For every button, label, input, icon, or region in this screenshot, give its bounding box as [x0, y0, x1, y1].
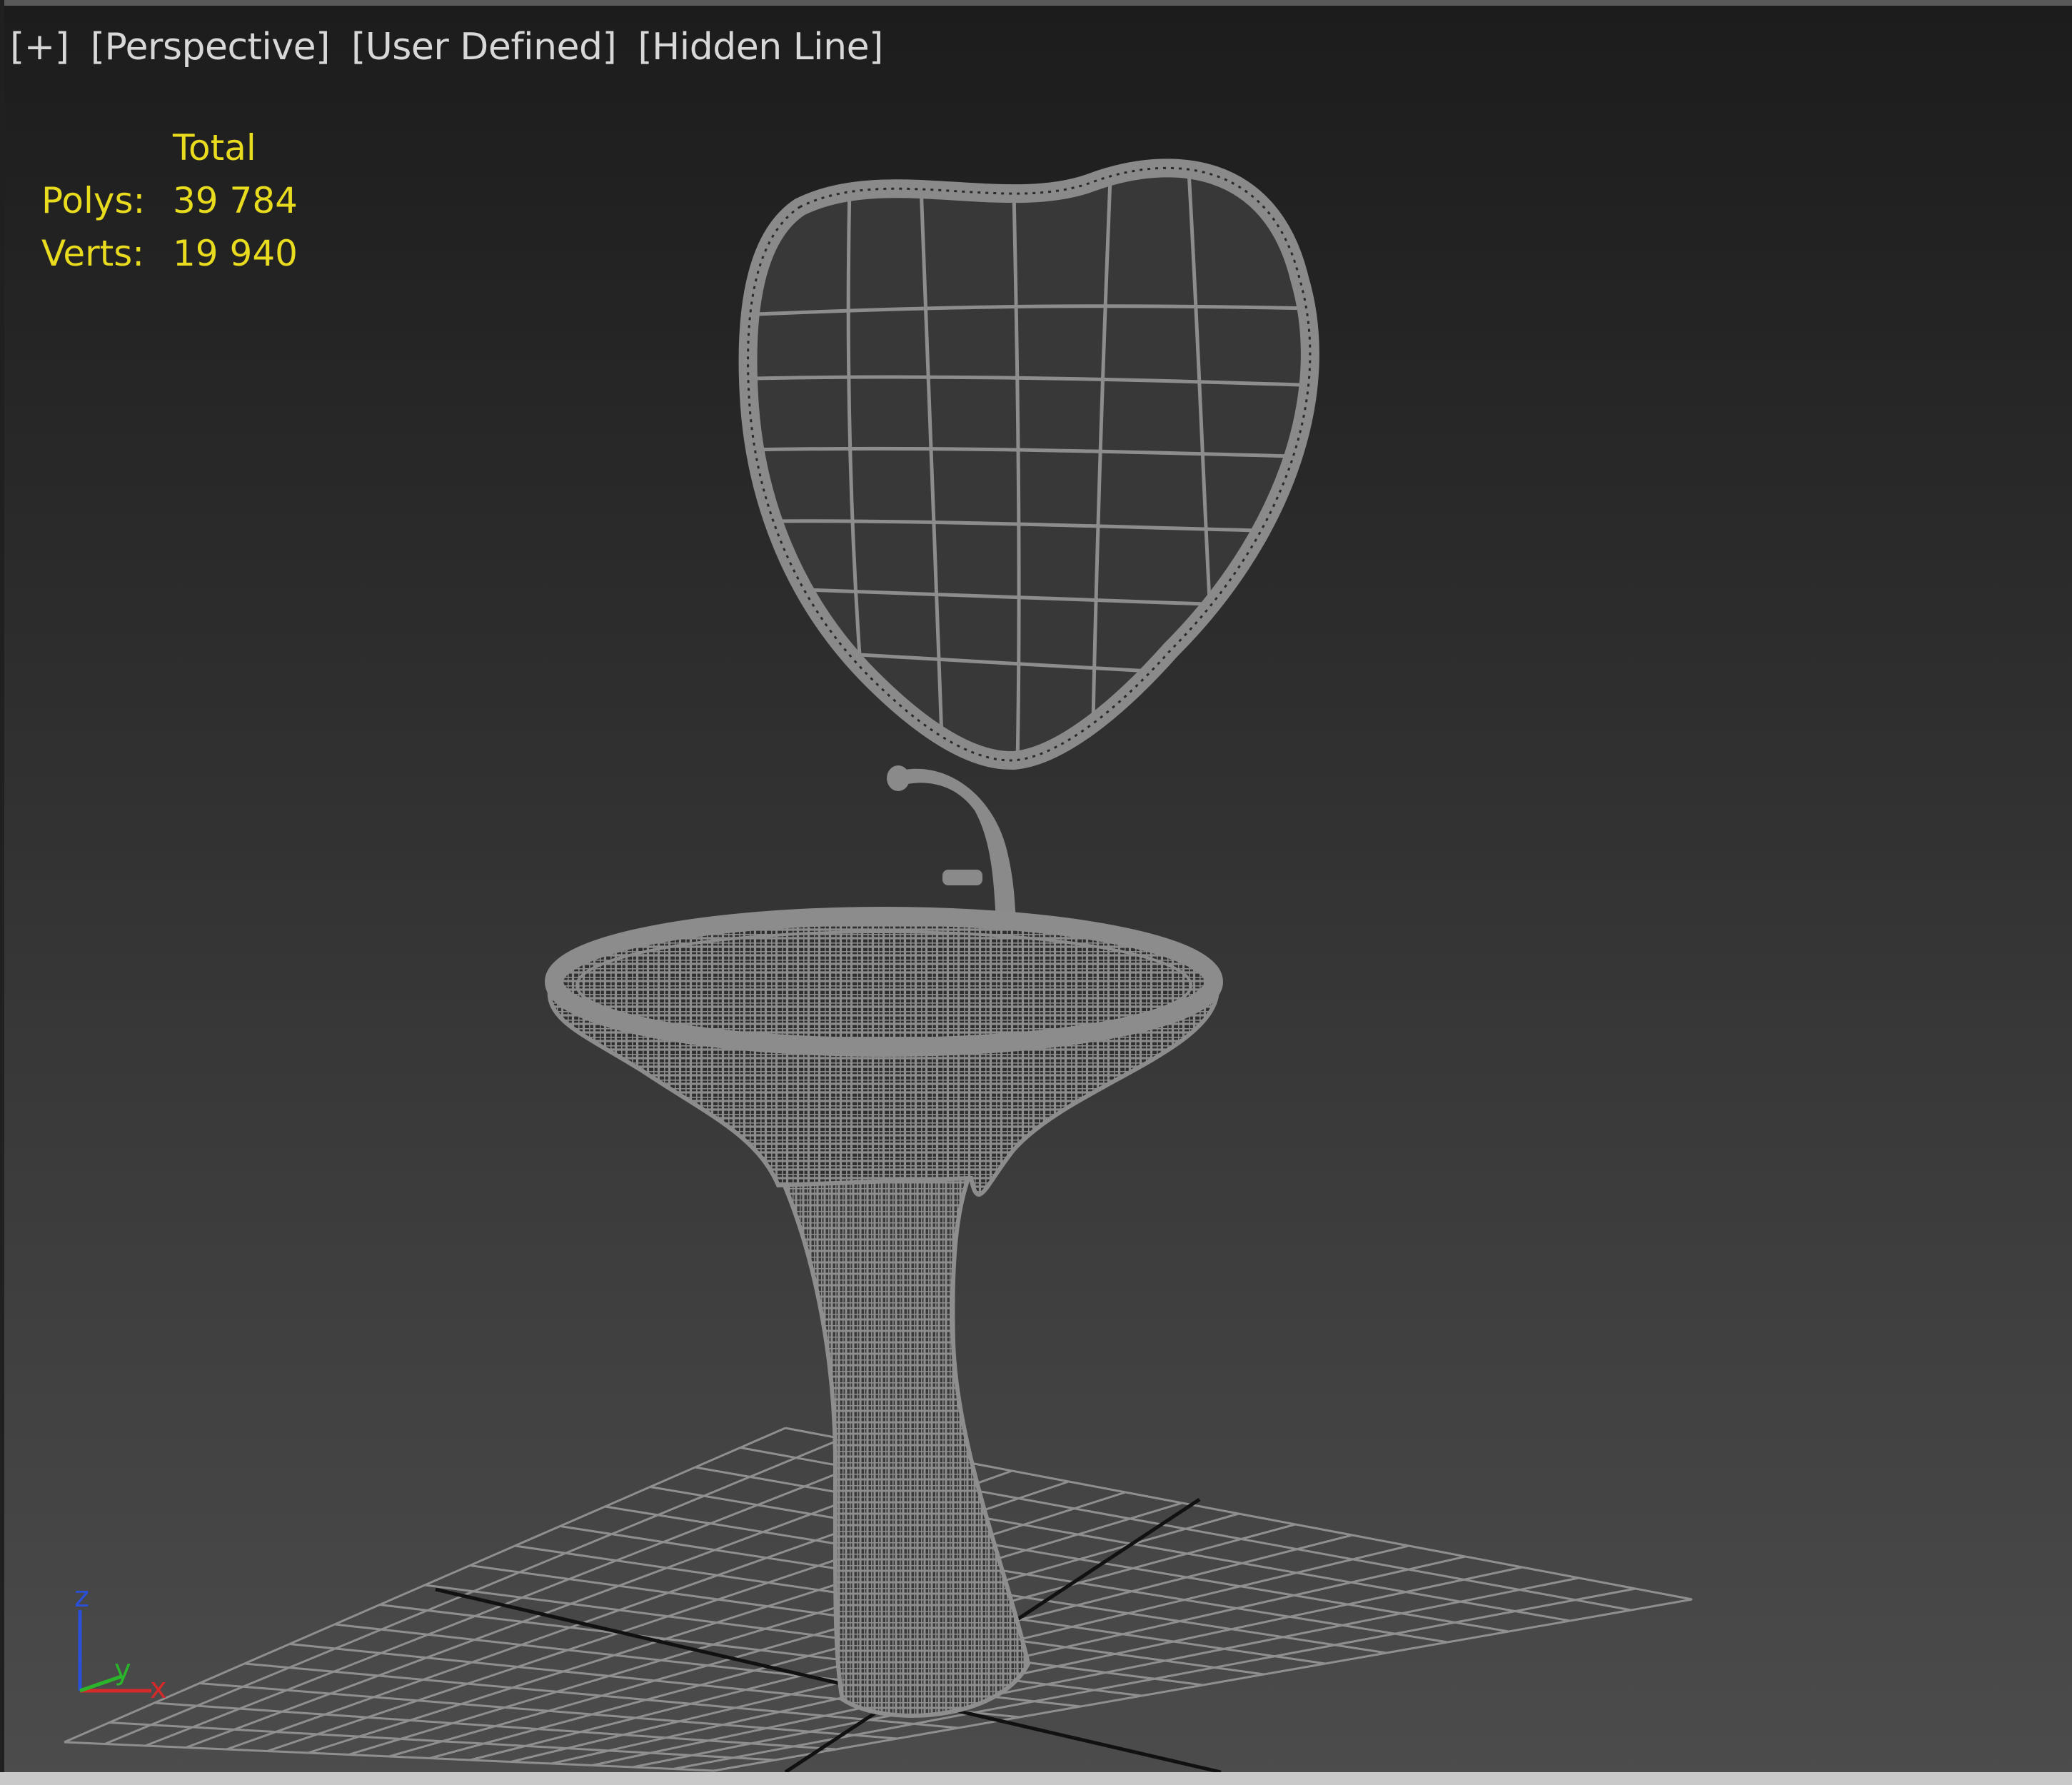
- faucet-model[interactable]: [887, 765, 1017, 921]
- axis-y-label: y: [114, 1654, 131, 1686]
- scene-canvas[interactable]: z y x: [0, 0, 2072, 1785]
- mirror-fill: [748, 168, 1310, 761]
- axis-x-label: x: [150, 1672, 167, 1705]
- grid-line: [605, 1505, 1448, 1644]
- grid-line: [388, 1512, 1239, 1758]
- faucet-spout: [892, 768, 1017, 921]
- viewport-bottom-border: [0, 1772, 2072, 1785]
- faucet-handle: [942, 870, 982, 885]
- mirror-model[interactable]: [738, 159, 1321, 770]
- basin-inner: [575, 930, 1192, 1040]
- axis-z-label: z: [74, 1581, 89, 1614]
- 3d-viewport[interactable]: [+] [Perspective] [User Defined] [Hidden…: [0, 0, 2072, 1785]
- faucet-tip: [887, 765, 910, 791]
- axis-gizmo: z y x: [74, 1581, 167, 1705]
